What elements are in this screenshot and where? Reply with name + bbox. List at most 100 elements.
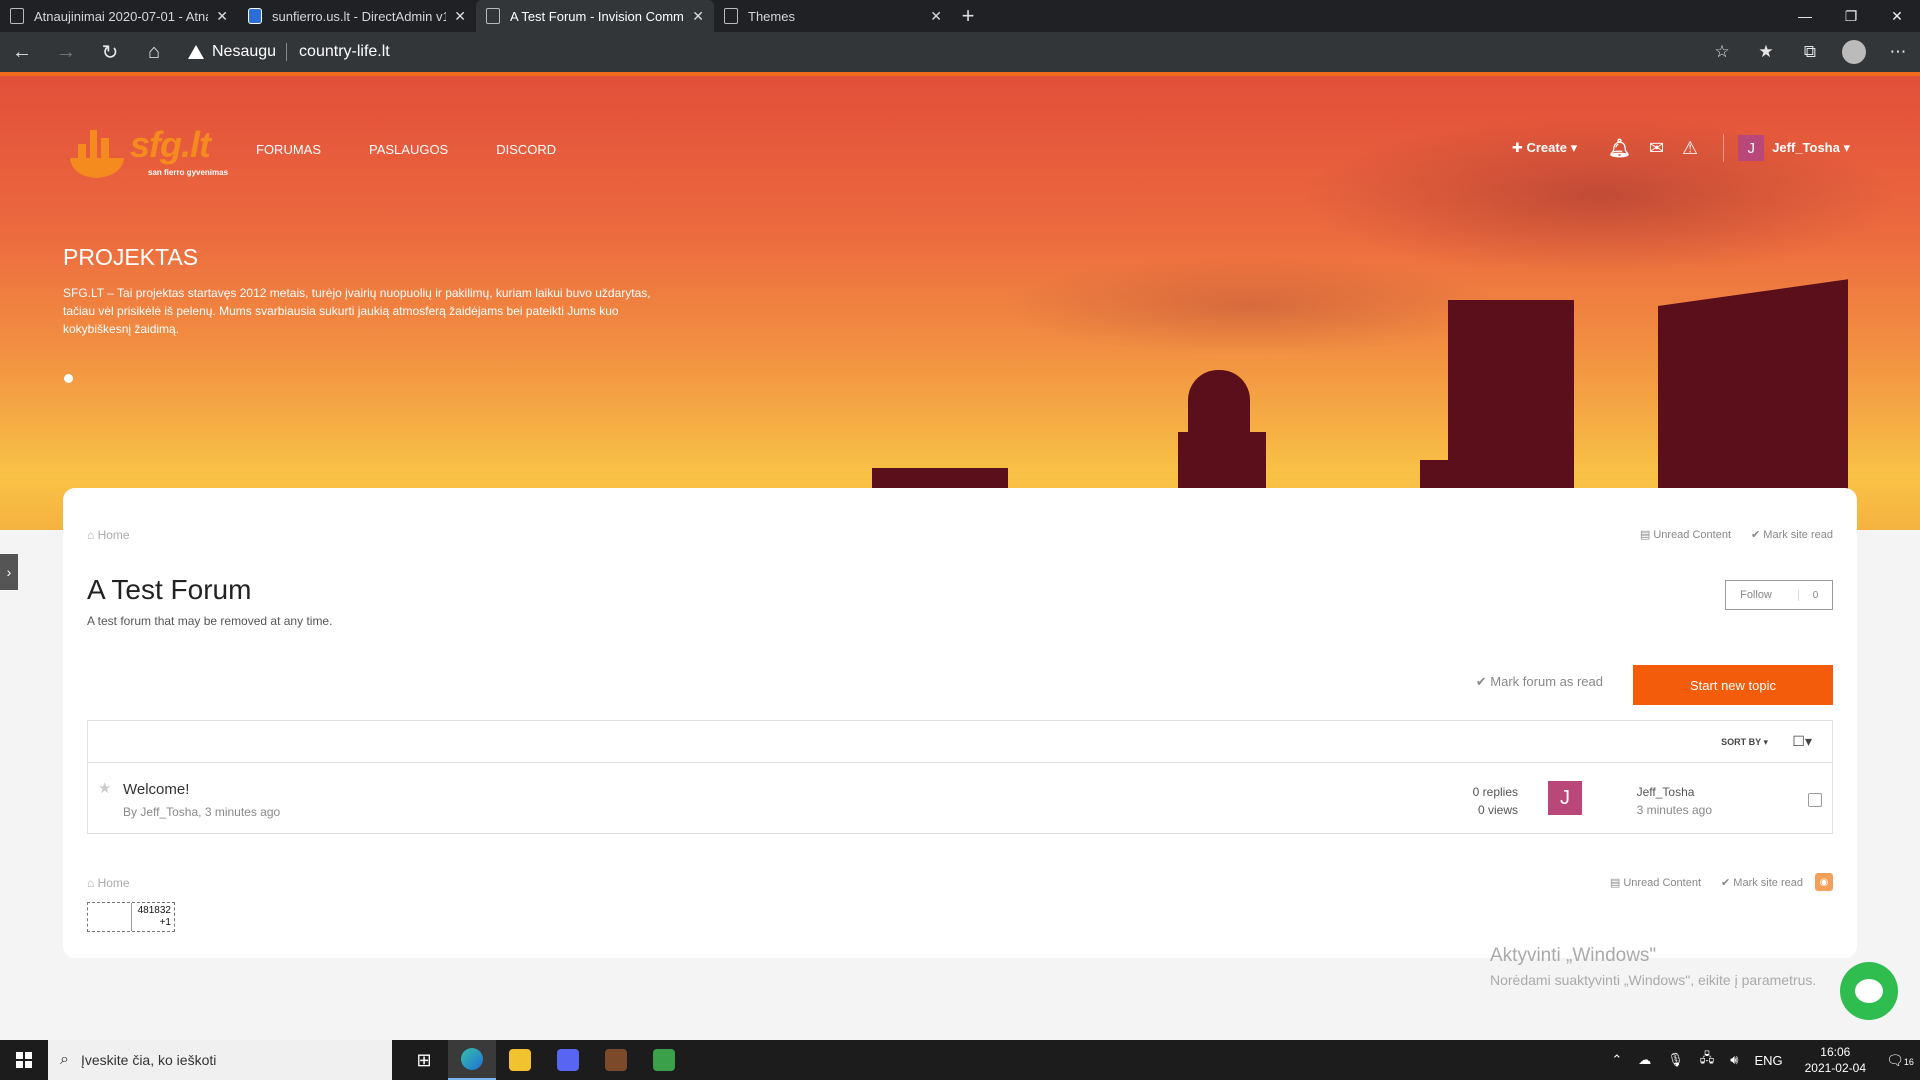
browser-tab-2[interactable]: sunfierro.us.lt - DirectAdmin v1.6 ✕ [238, 0, 476, 32]
browser-tab-1[interactable]: Atnaujinimai 2020-07-01 - Atnau ✕ [0, 0, 238, 32]
envelope-icon[interactable]: ✉︎ [1649, 138, 1664, 159]
cloud-decoration [1000, 256, 1500, 356]
browser-tab-4[interactable]: Themes ✕ [714, 0, 952, 32]
nav-item-forumas[interactable]: FORUMAS [256, 142, 321, 157]
sort-by-label: SORT BY [1721, 737, 1761, 747]
bell-icon[interactable]: 🔔︎ [1608, 138, 1631, 159]
last-poster[interactable]: Jeff_Tosha [1637, 783, 1712, 801]
unread-content-link[interactable]: ▤ Unread Content [1610, 876, 1701, 889]
close-icon[interactable]: ✕ [930, 8, 942, 25]
unread-content-label: Unread Content [1653, 529, 1732, 541]
replies-count: 0 replies [1472, 785, 1518, 799]
game-app-icon[interactable] [592, 1040, 640, 1080]
warning-icon [188, 45, 204, 59]
username-menu[interactable]: Jeff_Tosha ▾ [1772, 140, 1850, 156]
reload-icon[interactable]: ↻ [88, 32, 132, 72]
breadcrumb-home[interactable]: Home [98, 876, 130, 890]
clock-date: 2021-02-04 [1804, 1061, 1866, 1075]
volume-icon[interactable]: 🔊︎ [1730, 1052, 1738, 1068]
close-icon[interactable]: ✕ [454, 8, 466, 25]
favorites-icon[interactable]: ★ [1744, 42, 1788, 62]
breadcrumb[interactable]: ⌂ Home [87, 528, 130, 542]
tab-title: Themes [748, 8, 795, 24]
chat-widget-button[interactable] [1840, 962, 1898, 1020]
new-tab-button[interactable]: + [952, 0, 984, 32]
profile-avatar-icon[interactable] [1842, 40, 1866, 64]
restore-icon[interactable]: ❐ [1828, 0, 1874, 32]
url-text[interactable]: country-life.lt [299, 43, 390, 61]
sidebar-toggle-icon[interactable]: › [0, 554, 18, 590]
notification-center-icon[interactable]: 🗨︎16 [1880, 1052, 1920, 1069]
mark-site-read-link[interactable]: ✔ Mark site read [1721, 876, 1803, 889]
minimize-icon[interactable]: — [1782, 0, 1828, 32]
windows-logo-icon [16, 1052, 32, 1068]
chevron-up-icon[interactable]: ⌃ [1611, 1052, 1622, 1068]
url-field[interactable]: Nesaugu country-life.lt [188, 36, 1688, 68]
network-icon[interactable]: 🖧 [1700, 1049, 1715, 1071]
follow-label: Follow [1740, 589, 1772, 601]
security-label[interactable]: Nesaugu [212, 43, 276, 61]
nav-item-discord[interactable]: DISCORD [496, 142, 556, 157]
visit-counter: 481832 +1 [87, 902, 175, 932]
carousel-dot[interactable] [64, 374, 73, 383]
follow-button[interactable]: Follow 0 [1725, 580, 1833, 610]
sort-by-dropdown[interactable]: SORT BY ▾ [1721, 737, 1768, 748]
warning-icon[interactable]: ⚠︎ [1682, 138, 1698, 159]
site-logo[interactable]: sfg.lt san fierro gyvenimas [66, 124, 236, 184]
avatar[interactable]: J [1548, 781, 1582, 815]
avatar[interactable]: J [1738, 135, 1765, 161]
forum-card: ⌂ Home ▤ Unread Content ✔ Mark site read… [63, 488, 1857, 958]
follow-count: 0 [1798, 589, 1832, 601]
counter-value: 481832 [137, 905, 171, 916]
browser-tab-3[interactable]: A Test Forum - Invision Commun ✕ [476, 0, 714, 32]
breadcrumb-bottom[interactable]: ⌂ Home [87, 876, 130, 890]
taskbar-search-input[interactable]: ⌕ Įveskite čia, ko ieškoti [48, 1040, 392, 1080]
activation-watermark-title: Aktyvinti „Windows" [1490, 945, 1657, 966]
file-explorer-icon[interactable] [496, 1040, 544, 1080]
close-window-icon[interactable]: ✕ [1874, 0, 1920, 32]
create-button[interactable]: ✚ Create ▾ [1512, 140, 1577, 156]
mark-site-read-label: Mark site read [1733, 877, 1803, 889]
mark-site-read-link[interactable]: ✔ Mark site read [1751, 528, 1833, 541]
language-indicator[interactable]: ENG [1754, 1053, 1782, 1068]
unread-content-label: Unread Content [1623, 877, 1702, 889]
forward-arrow-icon[interactable]: → [44, 32, 88, 72]
row-checkbox[interactable] [1808, 793, 1822, 807]
clock-time: 16:06 [1820, 1045, 1851, 1059]
microphone-icon[interactable]: 🎙︎ [1667, 1052, 1684, 1068]
nav-item-paslaugos[interactable]: PASLAUGOS [369, 142, 448, 157]
topic-list-header: SORT BY ▾ ☐▾ [88, 721, 1832, 763]
counter-delta: +1 [159, 917, 171, 928]
breadcrumb-home[interactable]: Home [98, 528, 130, 542]
divider [1723, 134, 1725, 162]
select-all-checkbox-icon[interactable]: ☐▾ [1792, 733, 1812, 750]
collections-icon[interactable]: ⧉ [1788, 42, 1832, 62]
cloud-icon[interactable]: ☁ [1638, 1052, 1651, 1068]
clock[interactable]: 16:06 2021-02-04 [1805, 1044, 1866, 1076]
logo-tagline: san fierro gyvenimas [148, 168, 229, 177]
unread-content-link[interactable]: ▤ Unread Content [1640, 528, 1731, 541]
task-view-icon[interactable]: ⊞ [400, 1040, 448, 1080]
directadmin-icon [248, 8, 262, 24]
more-options-icon[interactable]: ⋯ [1876, 42, 1920, 62]
last-post-info: Jeff_Tosha 3 minutes ago [1637, 783, 1712, 819]
add-favorite-icon[interactable]: ☆ [1700, 42, 1744, 62]
back-arrow-icon[interactable]: ← [0, 32, 44, 72]
remote-app-icon[interactable] [640, 1040, 688, 1080]
rss-icon[interactable]: ◉ [1815, 873, 1833, 891]
window-controls: — ❐ ✕ [1782, 0, 1920, 32]
home-icon[interactable]: ⌂ [132, 32, 176, 72]
topic-title[interactable]: Welcome! [123, 781, 189, 798]
forum-description: A test forum that may be removed at any … [87, 614, 333, 628]
edge-browser-icon[interactable] [448, 1040, 496, 1080]
start-button[interactable] [0, 1040, 48, 1080]
activation-watermark-text: Norėdami suaktyvinti „Windows", eikite į… [1490, 972, 1817, 988]
start-new-topic-button[interactable]: Start new topic [1633, 665, 1833, 705]
close-icon[interactable]: ✕ [692, 8, 704, 25]
last-post-time: 3 minutes ago [1636, 803, 1712, 817]
discord-icon[interactable] [544, 1040, 592, 1080]
table-row[interactable]: ★ Welcome! By Jeff_Tosha, 3 minutes ago … [88, 763, 1832, 833]
close-icon[interactable]: ✕ [216, 8, 228, 25]
browser-tab-strip: Atnaujinimai 2020-07-01 - Atnau ✕ sunfie… [0, 0, 1920, 32]
mark-forum-read-link[interactable]: ✔ Mark forum as read [1476, 674, 1603, 690]
